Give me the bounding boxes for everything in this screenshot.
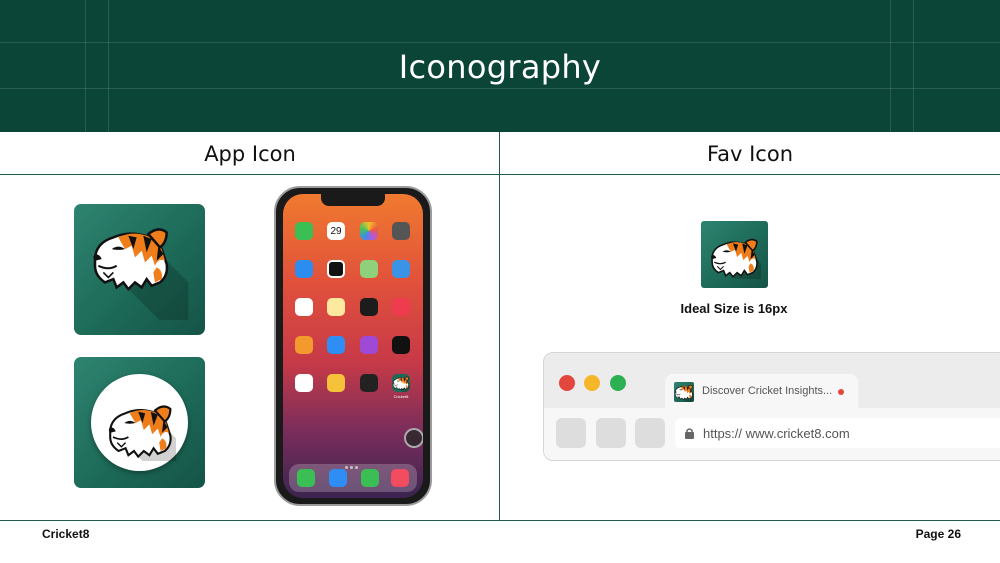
browser-mockup: Discover Cricket Insights... https:// ww… bbox=[543, 352, 1000, 461]
page-dots bbox=[345, 456, 363, 469]
app-icon-round bbox=[74, 357, 205, 488]
header-band: Iconography bbox=[0, 0, 1000, 132]
tab-favicon bbox=[674, 382, 694, 402]
back-button[interactable] bbox=[556, 418, 586, 448]
health-icon bbox=[295, 374, 313, 392]
messages-icon bbox=[361, 469, 379, 487]
tab-title: Discover Cricket Insights... bbox=[702, 385, 833, 397]
clock-icon bbox=[327, 260, 345, 278]
minimize-window-button[interactable] bbox=[584, 375, 600, 391]
fav-icon-preview bbox=[701, 221, 768, 288]
phone-icon bbox=[297, 469, 315, 487]
assistive-touch-button bbox=[404, 428, 423, 448]
music-icon bbox=[391, 469, 409, 487]
app-icon-square bbox=[74, 204, 205, 335]
phone-home-screen: 29 Cricket8 bbox=[283, 194, 423, 498]
phone-notch bbox=[321, 194, 385, 206]
tiger-mascot-icon bbox=[92, 228, 190, 320]
phone-mockup: 29 Cricket8 bbox=[274, 186, 432, 506]
news-icon bbox=[392, 298, 410, 316]
fav-icon-heading: Fav Icon bbox=[706, 142, 794, 166]
tab-close-dot[interactable] bbox=[838, 389, 844, 395]
tiger-mascot-icon bbox=[107, 405, 176, 461]
page-number: Page 26 bbox=[915, 527, 961, 541]
forward-button[interactable] bbox=[596, 418, 626, 448]
grid-line bbox=[0, 42, 1000, 43]
app-store-icon bbox=[327, 336, 345, 354]
footer-divider bbox=[0, 520, 1000, 521]
tiger-mascot-icon bbox=[710, 238, 761, 279]
weather-icon bbox=[392, 260, 410, 278]
cricket8-app-icon bbox=[392, 374, 410, 392]
maximize-window-button[interactable] bbox=[610, 375, 626, 391]
app-label: Cricket8 bbox=[393, 394, 409, 399]
notes-icon bbox=[327, 298, 345, 316]
stocks-icon bbox=[360, 298, 378, 316]
footer-brand: Cricket8 bbox=[42, 527, 90, 541]
grid-line bbox=[0, 88, 1000, 89]
safari-icon bbox=[329, 469, 347, 487]
close-window-button[interactable] bbox=[559, 375, 575, 391]
reload-button[interactable] bbox=[635, 418, 665, 448]
phone-dock bbox=[289, 464, 417, 492]
wallet-icon bbox=[360, 374, 378, 392]
section-divider bbox=[0, 174, 1000, 175]
tv-icon bbox=[392, 336, 410, 354]
fav-icon-caption: Ideal Size is 16px bbox=[680, 301, 788, 316]
reminders-icon bbox=[295, 298, 313, 316]
browser-tab[interactable]: Discover Cricket Insights... bbox=[665, 374, 858, 409]
home-icon bbox=[327, 374, 345, 392]
lock-icon bbox=[685, 428, 694, 439]
maps-icon bbox=[360, 260, 378, 278]
calendar-date: 29 bbox=[330, 226, 342, 237]
podcasts-icon bbox=[360, 336, 378, 354]
url-text: https:// www.cricket8.com bbox=[703, 426, 850, 441]
facetime-icon bbox=[295, 222, 313, 240]
books-icon bbox=[295, 336, 313, 354]
calendar-icon: 29 bbox=[327, 222, 345, 240]
tiger-mascot-icon bbox=[392, 376, 410, 392]
browser-toolbar: https:// www.cricket8.com bbox=[544, 408, 1000, 460]
camera-icon bbox=[392, 222, 410, 240]
column-divider bbox=[499, 132, 500, 520]
mail-icon bbox=[295, 260, 313, 278]
app-icon-heading: App Icon bbox=[204, 142, 296, 166]
address-bar[interactable]: https:// www.cricket8.com bbox=[675, 418, 1000, 448]
tiger-mascot-icon bbox=[674, 384, 694, 402]
photos-icon bbox=[360, 222, 378, 240]
page-title: Iconography bbox=[398, 48, 602, 86]
